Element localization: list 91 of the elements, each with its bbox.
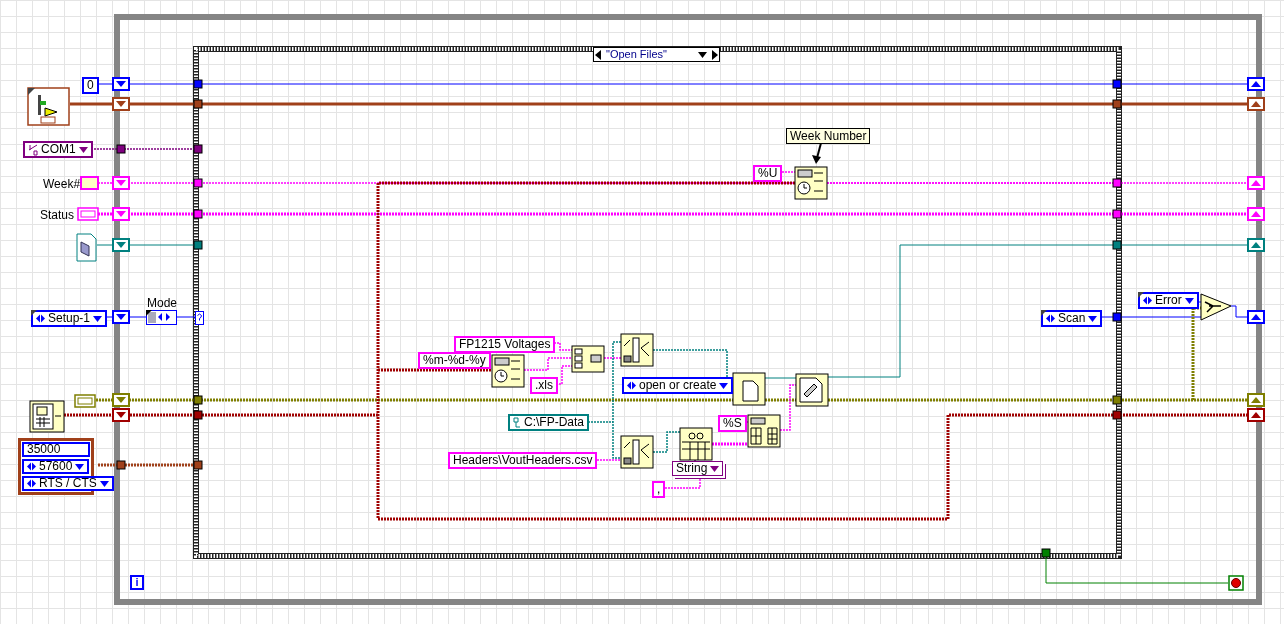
arrows-icon: [1046, 314, 1055, 323]
tunnel: [1112, 312, 1122, 322]
shift-register-terminal: [112, 408, 130, 422]
shift-register-terminal: [1247, 97, 1265, 111]
shift-register-terminal: [112, 238, 130, 252]
caret-icon: [1088, 315, 1098, 322]
shift-register-terminal: [1247, 393, 1265, 407]
numeric-constant: 0: [82, 77, 99, 94]
numeric-constant: 35000: [22, 442, 90, 457]
tunnel: [1041, 548, 1051, 558]
select-node-icon: [1200, 293, 1232, 321]
tunnel: [1112, 240, 1122, 250]
label: Status: [40, 208, 75, 222]
indicator-icon: [74, 394, 96, 408]
iteration-terminal: i: [130, 575, 144, 590]
indicator-icon: [77, 207, 99, 221]
arrows-icon: [627, 381, 636, 390]
mode-control-icon: [146, 310, 177, 325]
shift-register-terminal: [112, 310, 130, 324]
build-path-node-icon: [620, 333, 654, 367]
clock-node-icon: [491, 354, 525, 388]
tunnel: [193, 460, 203, 470]
shift-register-terminal: [1247, 408, 1265, 422]
tunnel: [1112, 178, 1122, 188]
caret-icon: [75, 463, 85, 470]
shift-register-terminal: [1247, 207, 1265, 221]
label: Week#: [43, 177, 81, 191]
arrows-icon: [27, 462, 36, 471]
computer-clock-icon: [29, 400, 65, 433]
string-constant: .xls: [530, 377, 558, 394]
concatenate-node-icon: [571, 345, 605, 373]
ring-constant[interactable]: Error: [1138, 292, 1199, 309]
indicator-icon: [80, 176, 99, 190]
string-constant: FP1215 Voltages: [454, 336, 556, 353]
arrow: [812, 142, 822, 164]
caret-icon: [719, 382, 729, 389]
case-selector[interactable]: "Open Files": [593, 47, 720, 62]
tunnel: [193, 240, 203, 250]
stop-terminal-icon: [1228, 575, 1244, 591]
table-node-icon: [679, 427, 713, 461]
increment-arrow-icon: [711, 49, 718, 60]
shift-register-terminal: [112, 207, 130, 221]
ring-constant[interactable]: RTS / CTS: [22, 476, 114, 491]
ring-constant[interactable]: open or create: [622, 377, 734, 394]
clock-node-icon: [794, 166, 828, 200]
shift-register-terminal: [112, 97, 130, 111]
tunnel: [193, 209, 203, 219]
ring-constant[interactable]: 57600: [22, 459, 90, 474]
arrows-icon: [27, 479, 36, 488]
string-constant: ,: [652, 481, 666, 498]
ring-constant[interactable]: Setup-1: [31, 310, 108, 327]
shift-register-terminal: [1247, 176, 1265, 190]
tunnel: [193, 178, 203, 188]
caret-icon: [93, 315, 103, 322]
label: Mode: [147, 296, 178, 310]
string-constant: %m-%d-%y: [418, 352, 491, 369]
string-constant: Headers\VoutHeaders.csv: [448, 452, 598, 469]
path-constant: C:\FP-Data: [508, 414, 589, 431]
folder-icon: [76, 233, 97, 262]
arrows-icon: [1143, 296, 1152, 305]
grid-node-icon: [747, 414, 781, 448]
shift-register-terminal: [112, 393, 130, 407]
decrement-arrow-icon: [595, 49, 602, 60]
write-node-icon: [795, 373, 829, 407]
shift-register-terminal: [1247, 238, 1265, 252]
tunnel: [193, 144, 203, 154]
tunnel: [116, 144, 126, 154]
tunnel: [116, 460, 126, 470]
shift-register-terminal: [1247, 77, 1265, 91]
tunnel: [1112, 209, 1122, 219]
caret-icon: [78, 146, 88, 153]
slider-control-icon: [27, 87, 70, 126]
caret-icon: [99, 480, 109, 487]
string-constant: %U: [753, 165, 783, 182]
file-node-icon: [732, 372, 766, 406]
string-constant: %S: [718, 415, 747, 432]
shift-register-terminal: [112, 176, 130, 190]
caret-icon: [698, 51, 707, 58]
shift-register-terminal: [112, 77, 130, 91]
build-path-node-icon: [620, 435, 654, 469]
caret-icon: [1184, 297, 1194, 304]
caret-icon: [710, 465, 720, 472]
type-constant[interactable]: String: [672, 461, 724, 476]
io-icon: [28, 143, 38, 156]
case-selector-terminal-icon: [195, 311, 204, 325]
resource-constant[interactable]: COM1: [23, 141, 93, 158]
label-note: Week Number: [786, 128, 871, 144]
path-icon: [513, 417, 521, 428]
shift-register-terminal: [1247, 310, 1265, 324]
arrows-icon: [36, 314, 45, 323]
ring-constant[interactable]: Scan: [1041, 310, 1103, 327]
